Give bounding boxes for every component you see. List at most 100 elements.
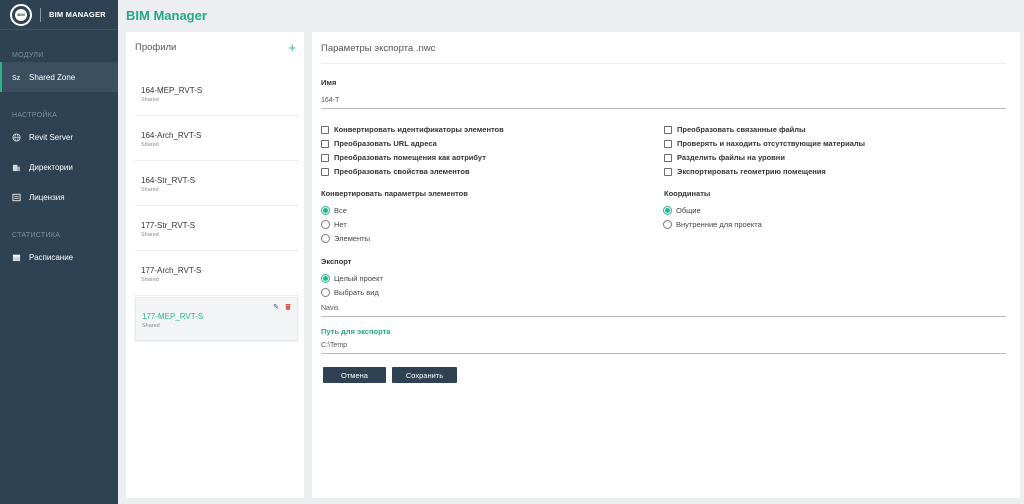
- add-profile-icon[interactable]: +: [288, 41, 296, 54]
- checkbox-box[interactable]: [321, 125, 329, 134]
- profiles-panel: Профили + 164-MEP_RVT-S Shared 164-Arch_…: [126, 32, 304, 498]
- checkbox-label: Преобразовать URL адреса: [334, 139, 437, 148]
- profile-item[interactable]: 177-Arch_RVT-S Shared: [135, 252, 298, 296]
- radio-label: Внутренние для проекта: [676, 220, 762, 229]
- globe-icon: [12, 132, 23, 142]
- profile-sub: Shared: [141, 277, 159, 283]
- svg-text:Sz: Sz: [12, 75, 21, 81]
- logo-mark-text: BIM: [17, 12, 25, 17]
- checkbox-label: Преобразовать свойства элементов: [334, 167, 470, 176]
- license-icon: [12, 193, 23, 202]
- checkbox-label: Проверять и находить отсутствующие матер…: [677, 139, 866, 148]
- profile-sub: Shared: [141, 187, 159, 193]
- checkbox-box[interactable]: [321, 153, 329, 162]
- profile-sub: Shared: [141, 142, 159, 148]
- profile-name: 164-MEP_RVT-S: [141, 86, 203, 95]
- radio-button[interactable]: [321, 206, 330, 215]
- radio-params-elements[interactable]: Элементы: [321, 234, 370, 243]
- profile-item[interactable]: 164-Arch_RVT-S Shared: [135, 117, 298, 161]
- sidebar: BIM BIM MANAGER МОДУЛИ Sz Shared Zone НА…: [0, 0, 118, 504]
- checkbox-convert-urls[interactable]: Преобразовать URL адреса: [321, 139, 437, 148]
- profile-name: 177-MEP_RVT-S: [142, 312, 204, 321]
- sidebar-item-license[interactable]: Лицензия: [0, 182, 118, 212]
- profile-item[interactable]: 177-Str_RVT-S Shared: [135, 207, 298, 251]
- checkbox-label: Преобразовать помещения как аотрибут: [334, 153, 486, 162]
- checkbox-export-room-geometry[interactable]: Экспортировать геометрию помещения: [664, 167, 826, 176]
- radio-button[interactable]: [321, 288, 330, 297]
- checkbox-box[interactable]: [664, 153, 672, 162]
- profile-item[interactable]: 164-Str_RVT-S Shared: [135, 162, 298, 206]
- radio-button[interactable]: [321, 234, 330, 243]
- checkbox-find-missing-materials[interactable]: Проверять и находить отсутствующие матер…: [664, 139, 865, 148]
- shared-zone-icon: Sz: [12, 73, 23, 81]
- sidebar-item-schedule[interactable]: Расписание: [0, 242, 118, 272]
- profile-name: 177-Arch_RVT-S: [141, 266, 202, 275]
- section-label-settings: НАСТРОЙКА: [12, 112, 58, 119]
- view-input[interactable]: Navis: [321, 303, 1006, 317]
- sidebar-item-label: Директории: [29, 162, 73, 172]
- sidebar-item-label: Revit Server: [29, 132, 74, 142]
- profiles-title: Профили: [135, 41, 177, 53]
- radio-button[interactable]: [663, 220, 672, 229]
- checkbox-box[interactable]: [664, 125, 672, 134]
- radio-label: Нет: [334, 220, 347, 229]
- export-path-input[interactable]: C:\Temp: [321, 340, 1006, 354]
- sidebar-item-label: Расписание: [29, 252, 74, 262]
- section-label-statistics: СТАТИСТИКА: [12, 232, 61, 239]
- radio-coords-internal[interactable]: Внутренние для проекта: [663, 220, 762, 229]
- checkbox-box[interactable]: [321, 139, 329, 148]
- sidebar-item-revit-server[interactable]: Revit Server: [0, 122, 118, 152]
- sidebar-item-label: Лицензия: [29, 192, 65, 202]
- building-icon: [12, 163, 23, 172]
- radio-export-whole-project[interactable]: Целый проект: [321, 274, 383, 283]
- name-input[interactable]: 164-T: [321, 95, 1006, 109]
- radio-button[interactable]: [321, 220, 330, 229]
- checkbox-convert-element-ids[interactable]: Конвертировать идентификаторы элементов: [321, 125, 504, 134]
- radio-params-none[interactable]: Нет: [321, 220, 347, 229]
- sidebar-item-label: Shared Zone: [29, 72, 76, 82]
- checkbox-label: Разделить файлы на уровни: [677, 153, 785, 162]
- radio-coords-shared[interactable]: Общие: [663, 206, 701, 215]
- checkbox-convert-linked-files[interactable]: Преобразовать связанные файлы: [664, 125, 805, 134]
- profile-item-selected[interactable]: 177-MEP_RVT-S Shared ✎: [135, 297, 298, 341]
- checkbox-label: Экспортировать геометрию помещения: [677, 167, 826, 176]
- save-button[interactable]: Сохранить: [392, 367, 457, 383]
- settings-title: Параметры экспорта .nwc: [321, 43, 436, 54]
- logo-text: BIM MANAGER: [49, 10, 106, 19]
- profile-item[interactable]: 164-MEP_RVT-S Shared: [135, 72, 298, 116]
- app-title: BIM Manager: [126, 8, 207, 23]
- section-label-modules: МОДУЛИ: [12, 52, 44, 59]
- checkbox-box[interactable]: [664, 167, 672, 176]
- sidebar-item-shared-zone[interactable]: Sz Shared Zone: [0, 62, 118, 92]
- radio-label: Выбрать вид: [334, 288, 379, 297]
- checkbox-label: Конвертировать идентификаторы элементов: [334, 125, 504, 134]
- title-divider: [321, 63, 1006, 64]
- radio-label: Все: [334, 206, 347, 215]
- checkbox-convert-properties[interactable]: Преобразовать свойства элементов: [321, 167, 470, 176]
- radio-label: Целый проект: [334, 274, 383, 283]
- radio-export-select-view[interactable]: Выбрать вид: [321, 288, 379, 297]
- calendar-icon: [12, 253, 23, 262]
- radio-button[interactable]: [663, 206, 672, 215]
- logo-mark: BIM: [10, 3, 32, 26]
- radio-params-all[interactable]: Все: [321, 206, 347, 215]
- radio-label: Общие: [676, 206, 701, 215]
- checkbox-box[interactable]: [664, 139, 672, 148]
- cancel-button[interactable]: Отмена: [323, 367, 386, 383]
- radio-button[interactable]: [321, 274, 330, 283]
- checkbox-divide-into-levels[interactable]: Разделить файлы на уровни: [664, 153, 785, 162]
- profile-sub: Shared: [141, 97, 159, 103]
- element-params-label: Конвертировать параметры элементов: [321, 189, 468, 198]
- profile-sub: Shared: [141, 232, 159, 238]
- pencil-icon[interactable]: ✎: [273, 303, 279, 312]
- export-path-label: Путь для экспорта: [321, 327, 391, 336]
- checkbox-convert-rooms[interactable]: Преобразовать помещения как аотрибут: [321, 153, 486, 162]
- name-label: Имя: [321, 78, 337, 87]
- logo-divider: [40, 7, 41, 22]
- profile-name: 164-Str_RVT-S: [141, 176, 196, 185]
- logo: BIM BIM MANAGER: [0, 0, 118, 30]
- trash-icon[interactable]: [285, 303, 291, 312]
- checkbox-box[interactable]: [321, 167, 329, 176]
- sidebar-item-directories[interactable]: Директории: [0, 152, 118, 182]
- profile-actions: ✎: [273, 303, 291, 312]
